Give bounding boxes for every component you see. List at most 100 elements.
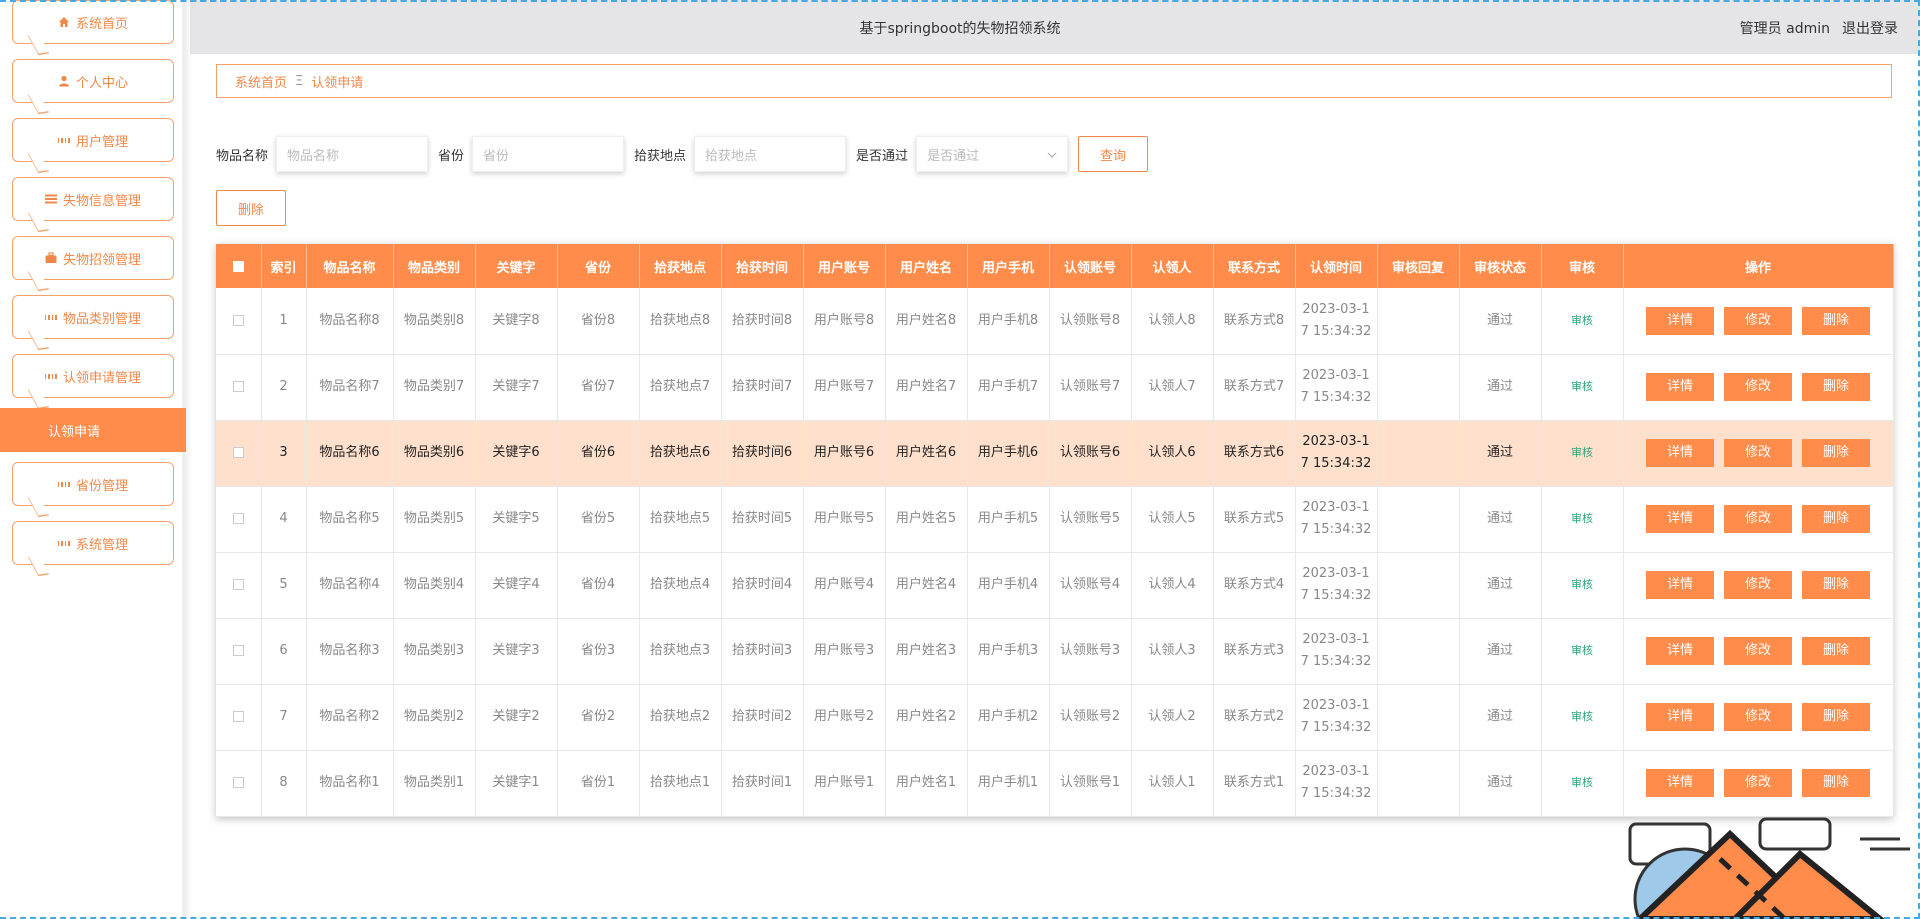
sidebar-item-province[interactable]: 省份管理 (12, 462, 174, 506)
row-checkbox[interactable] (216, 684, 262, 751)
column-header: 物品类别 (393, 244, 476, 288)
table-cell: 认领账号1 (1049, 750, 1132, 817)
status-cell: 通过 (1459, 288, 1542, 355)
row-checkbox[interactable] (216, 288, 262, 355)
sidebar-item-lost-info[interactable]: 失物信息管理 (12, 177, 174, 221)
table-cell: 物品类别8 (393, 288, 476, 355)
ops-cell: 详情 修改 删除 (1623, 486, 1894, 553)
edit-button[interactable]: 修改 (1724, 637, 1792, 665)
table-cell: 联系方式8 (1213, 288, 1296, 355)
detail-button[interactable]: 详情 (1646, 505, 1714, 533)
name-placeholder: 物品名称 (287, 148, 340, 164)
table-cell: 物品类别3 (393, 618, 476, 685)
select-all-checkbox[interactable] (216, 244, 262, 288)
delete-button[interactable]: 删除 (1802, 373, 1870, 401)
province-placeholder: 省份 (483, 148, 510, 164)
table-cell: 物品类别1 (393, 750, 476, 817)
table-row[interactable]: 5 物品名称4 物品类别4 关键字4 省份4 拾获地点4 拾获时间4 用户账号4 用户姓名4 用户… (216, 552, 1894, 619)
table-cell (1377, 552, 1460, 619)
audit-cell: 审核 (1541, 420, 1624, 487)
pass-label: 是否通过 (856, 148, 909, 164)
audit-link[interactable]: 审核 (1571, 578, 1593, 591)
audit-link[interactable]: 审核 (1571, 512, 1593, 525)
edit-button[interactable]: 修改 (1724, 306, 1792, 335)
table-cell: 关键字1 (475, 750, 558, 817)
table-cell: 拾获地点6 (639, 420, 722, 487)
delete-button[interactable]: 删除 (1802, 505, 1870, 533)
table-row[interactable]: 4 物品名称5 物品类别5 关键字5 省份5 拾获地点5 拾获时间5 用户账号5 用户姓名5 用户… (216, 486, 1894, 553)
status-cell: 通过 (1459, 486, 1542, 553)
detail-button[interactable]: 详情 (1646, 637, 1714, 665)
table-row[interactable]: 3 物品名称6 物品类别6 关键字6 省份6 拾获地点6 拾获时间6 用户账号6 用户姓名6 用户… (216, 420, 1894, 487)
row-checkbox[interactable] (216, 420, 262, 487)
row-checkbox[interactable] (216, 618, 262, 685)
detail-button[interactable]: 详情 (1646, 703, 1714, 731)
table-cell (1377, 750, 1460, 817)
query-button[interactable]: 查询 (1078, 136, 1149, 172)
table-cell: 拾获时间5 (721, 486, 804, 553)
detail-button[interactable]: 详情 (1646, 306, 1714, 335)
audit-link[interactable]: 审核 (1571, 446, 1593, 459)
audit-link[interactable]: 审核 (1571, 776, 1593, 789)
table-cell: 用户手机4 (967, 552, 1050, 619)
user-area: 管理员 admin 退出登录 (1740, 18, 1898, 38)
table-row[interactable]: 2 物品名称7 物品类别7 关键字7 省份7 拾获地点7 拾获时间7 用户账号7 用户姓名7 用户… (216, 354, 1894, 421)
delete-button[interactable]: 删除 (1802, 306, 1870, 335)
detail-button[interactable]: 详情 (1646, 373, 1714, 401)
row-checkbox[interactable] (216, 486, 262, 553)
row-checkbox[interactable] (216, 354, 262, 421)
audit-link[interactable]: 审核 (1571, 710, 1593, 723)
province-input[interactable]: 省份 (472, 136, 625, 172)
sidebar-item-found[interactable]: 失物招领管理 (12, 236, 174, 280)
audit-cell: 审核 (1541, 684, 1624, 751)
delete-button[interactable]: 删除 (1802, 769, 1870, 797)
row-checkbox[interactable] (216, 552, 262, 619)
place-input[interactable]: 拾获地点 (694, 136, 847, 172)
name-input[interactable]: 物品名称 (276, 136, 429, 172)
batch-delete-button[interactable]: 删除 (216, 190, 286, 226)
sidebar-item-claim-request[interactable]: 认领申请 (0, 408, 186, 452)
sidebar-item-claim-mgmt[interactable]: 认领申请管理 (12, 354, 174, 398)
table-row[interactable]: 7 物品名称2 物品类别2 关键字2 省份2 拾获地点2 拾获时间2 用户账号2 用户姓名2 用户… (216, 684, 1894, 751)
audit-link[interactable]: 审核 (1571, 380, 1593, 393)
column-header: 省份 (557, 244, 640, 288)
edit-button[interactable]: 修改 (1724, 571, 1792, 599)
row-checkbox[interactable] (216, 750, 262, 817)
edit-button[interactable]: 修改 (1724, 373, 1792, 401)
breadcrumb-home[interactable]: 系统首页 (235, 72, 287, 91)
edit-button[interactable]: 修改 (1724, 703, 1792, 731)
delete-button[interactable]: 删除 (1802, 571, 1870, 599)
sidebar-item-label: 系统管理 (75, 537, 128, 553)
claim-time-cell: 2023-03-1 7 15:34:32 (1295, 552, 1378, 619)
table-cell: 用户账号7 (803, 354, 886, 421)
table-row[interactable]: 6 物品名称3 物品类别3 关键字3 省份3 拾获地点3 拾获时间3 用户账号3 用户姓名3 用户… (216, 618, 1894, 685)
table-cell: 用户姓名7 (885, 354, 968, 421)
sidebar-item-users[interactable]: 用户管理 (12, 118, 174, 162)
edit-button[interactable]: 修改 (1724, 505, 1792, 533)
delete-button[interactable]: 删除 (1802, 637, 1870, 665)
mountain-illustration (1560, 799, 1920, 919)
table-row[interactable]: 1 物品名称8 物品类别8 关键字8 省份8 拾获地点8 拾获时间8 用户账号8 用户姓名8 用户… (216, 288, 1894, 355)
detail-button[interactable]: 详情 (1646, 571, 1714, 599)
audit-link[interactable]: 审核 (1571, 314, 1593, 327)
edit-button[interactable]: 修改 (1724, 439, 1792, 467)
sidebar-item-profile[interactable]: 个人中心 (12, 59, 174, 103)
table-cell: 认领人6 (1131, 420, 1214, 487)
column-header: 拾获时间 (721, 244, 804, 288)
delete-button[interactable]: 删除 (1802, 703, 1870, 731)
sidebar-item-home[interactable]: 系统首页 (12, 0, 174, 44)
sidebar-item-system[interactable]: 系统管理 (12, 521, 174, 565)
audit-link[interactable]: 审核 (1571, 644, 1593, 657)
claim-time-date: 2023-03-1 (1302, 301, 1370, 317)
audit-cell: 审核 (1541, 486, 1624, 553)
edit-button[interactable]: 修改 (1724, 769, 1792, 797)
column-header: 用户账号 (803, 244, 886, 288)
sidebar-item-category[interactable]: 物品类别管理 (12, 295, 174, 339)
detail-button[interactable]: 详情 (1646, 439, 1714, 467)
list-icon (44, 193, 57, 205)
table-cell: 6 (261, 618, 307, 685)
delete-button[interactable]: 删除 (1802, 439, 1870, 467)
pass-select[interactable]: 是否通过 (916, 136, 1069, 172)
detail-button[interactable]: 详情 (1646, 769, 1714, 797)
logout-link[interactable]: 退出登录 (1842, 18, 1898, 38)
